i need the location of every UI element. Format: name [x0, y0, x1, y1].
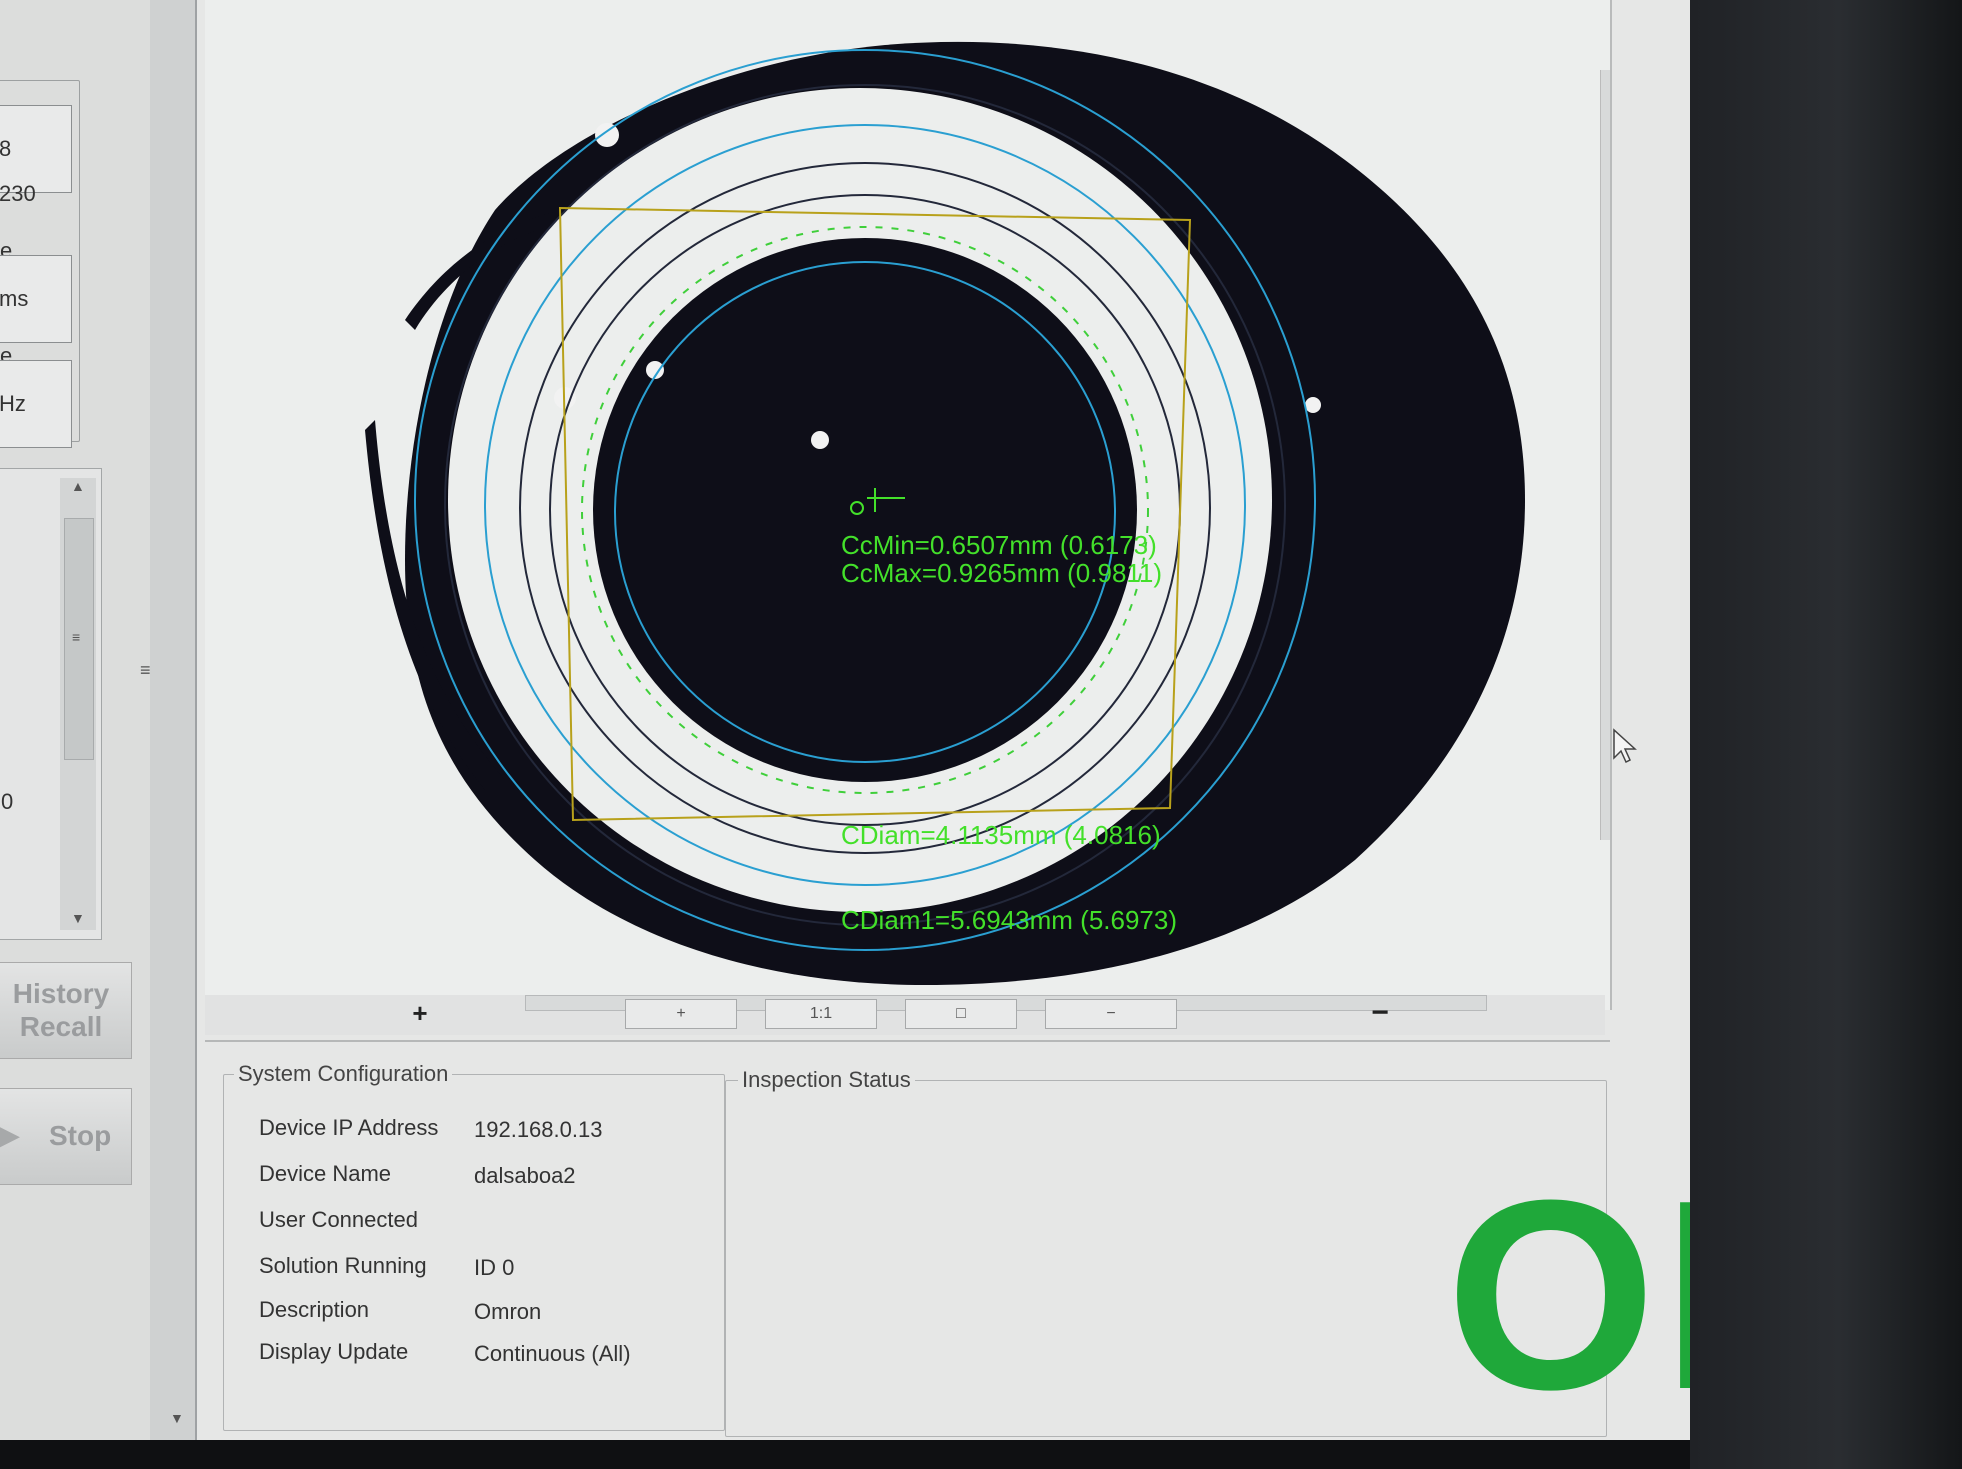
splitter-grip-icon: ≡: [140, 660, 151, 680]
solution-running-label: Solution Running: [259, 1253, 427, 1278]
panel-splitter[interactable]: ≡ ▼: [140, 0, 197, 1440]
history-recall-button[interactable]: History Recall: [0, 962, 132, 1059]
field3-unit: Hz: [0, 391, 26, 416]
list-scrollbar[interactable]: ▲ ≡ ▼: [60, 478, 96, 930]
user-connected-label: User Connected: [259, 1207, 418, 1232]
fit-to-window-button[interactable]: □: [905, 999, 1017, 1029]
inner-dark-core: [593, 238, 1137, 782]
display-update-value: Continuous (All): [474, 1341, 631, 1366]
inspection-status-title: Inspection Status: [738, 1067, 915, 1093]
field1-value-b: 230: [0, 181, 36, 206]
remove-button[interactable]: −: [1365, 998, 1395, 1028]
monitor-bezel-bottom: [0, 1440, 1690, 1469]
system-configuration-group: System Configuration Device IP Address 1…: [223, 1061, 725, 1431]
zoom-out-button[interactable]: −: [1045, 999, 1177, 1029]
ccmax-measurement: CcMax=0.9265mm (0.9811): [841, 558, 1163, 588]
device-ip-label: Device IP Address: [259, 1115, 439, 1140]
zoom-in-button[interactable]: +: [625, 999, 737, 1029]
field2-unit: ms: [0, 286, 29, 311]
solution-running-value: ID 0: [474, 1255, 515, 1280]
inspection-result-text: OK: [1446, 1145, 1690, 1440]
scroll-up-arrow-icon[interactable]: ▲: [71, 478, 85, 494]
description-label: Description: [259, 1297, 370, 1322]
inspection-image-viewer[interactable]: CcMin=0.6507mm (0.6173) CcMax=0.9265mm (…: [205, 0, 1612, 1010]
device-name-label: Device Name: [259, 1161, 392, 1186]
cdiam1-measurement: CDiam1=5.6943mm (5.6973): [841, 905, 1177, 935]
viewer-vertical-scrollbar[interactable]: [1600, 70, 1610, 840]
zoom-one-to-one-button[interactable]: 1:1: [765, 999, 877, 1029]
value-field-1[interactable]: 8 230: [0, 105, 72, 206]
description-value: Omron: [474, 1299, 542, 1324]
monitor-screen: 8 230 e ms e Hz 0 ▲ ≡ ▼ History Recall ▶…: [0, 0, 1690, 1440]
play-icon: ▶: [0, 1120, 19, 1150]
add-button[interactable]: +: [405, 999, 435, 1027]
stop-label: Stop: [49, 1120, 112, 1151]
cdiam-measurement: CDiam=4.1135mm (4.0816): [841, 820, 1161, 850]
history-recall-label: History Recall: [12, 978, 110, 1042]
value-field-3[interactable]: Hz: [0, 360, 72, 448]
viewer-toolbar: + + 1:1 □ − −: [205, 995, 1605, 1035]
speck: [811, 431, 829, 449]
inspection-status-group: Inspection Status OK: [725, 1067, 1690, 1437]
stop-button[interactable]: ▶ Stop: [0, 1088, 132, 1185]
value-field-2[interactable]: ms: [0, 255, 72, 343]
grip-icon: ≡: [72, 629, 81, 645]
splitter-down-arrow-icon[interactable]: ▼: [170, 1410, 184, 1426]
inspection-image: [365, 41, 1525, 986]
display-update-label: Display Update: [259, 1339, 409, 1364]
left-settings-panel: 8 230 e ms e Hz 0 ▲ ≡ ▼ History Recall ▶…: [0, 0, 151, 1440]
mouse-cursor-icon: [1613, 728, 1637, 764]
speck: [1305, 397, 1321, 413]
device-ip-value: 192.168.0.13: [474, 1117, 603, 1142]
ccmin-measurement: CcMin=0.6507mm (0.6173): [841, 530, 1157, 560]
scroll-down-arrow-icon[interactable]: ▼: [71, 910, 85, 926]
system-configuration-title: System Configuration: [234, 1061, 453, 1087]
field1-value-a: 8: [0, 136, 12, 161]
monitor-bezel: [1690, 0, 1962, 1469]
device-name-value: dalsaboa2: [474, 1163, 576, 1188]
scroll-thumb[interactable]: ≡: [64, 518, 94, 760]
status-panel: System Configuration Device IP Address 1…: [205, 1040, 1690, 1440]
list-item: 0: [1, 789, 14, 814]
